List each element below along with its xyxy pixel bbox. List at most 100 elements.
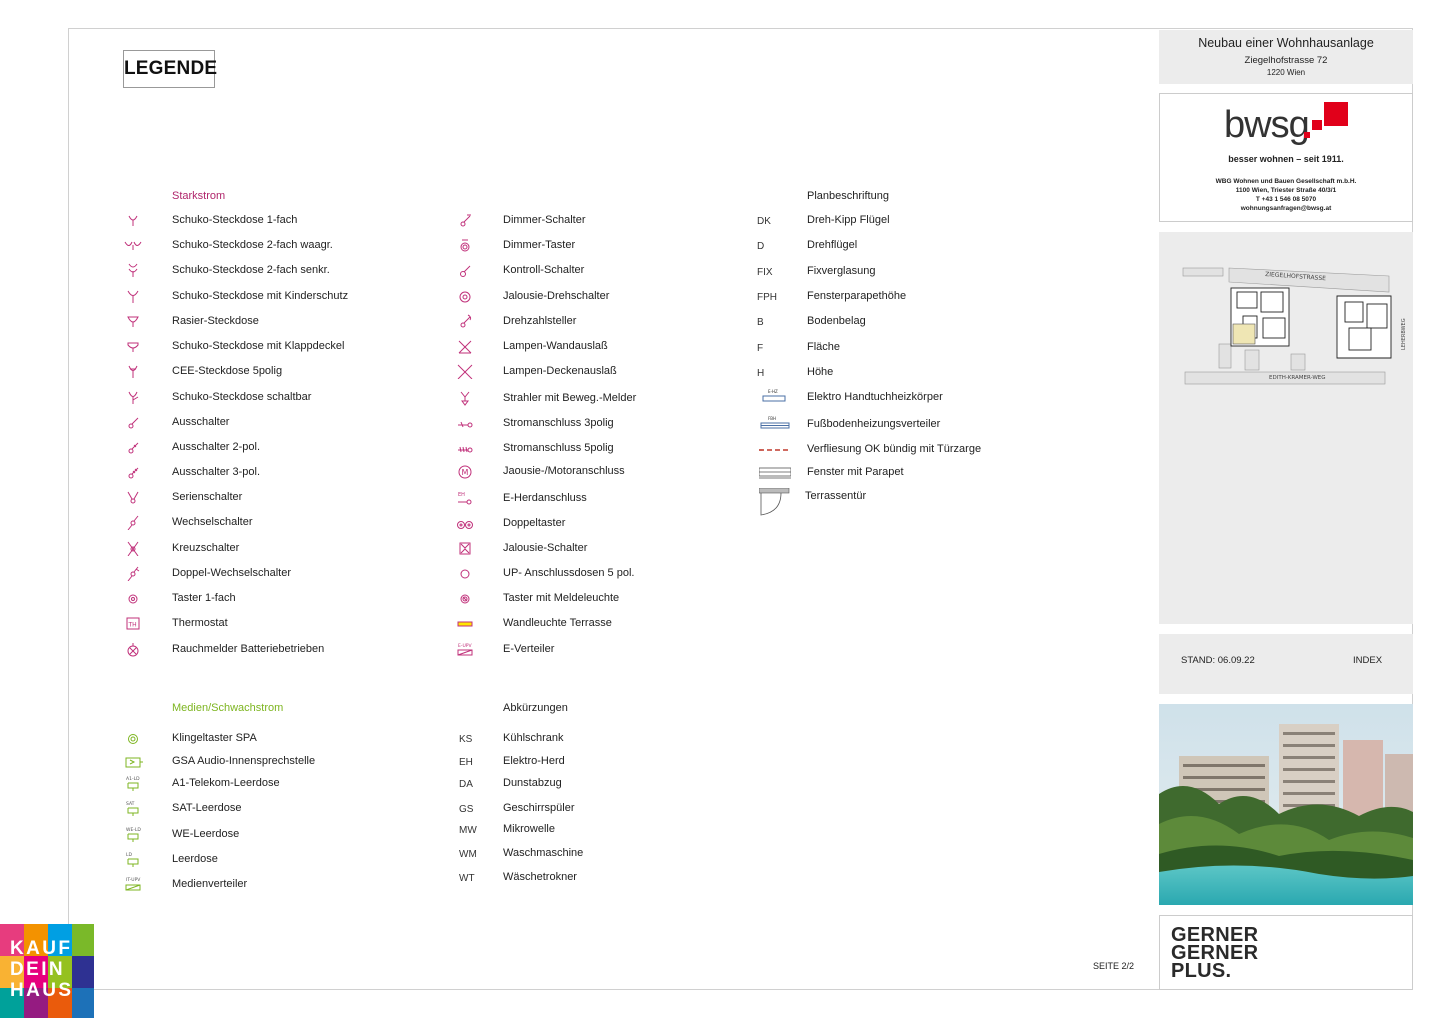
legend-label: Terrassentür bbox=[805, 490, 867, 502]
e-herd-icon: EH bbox=[454, 490, 476, 506]
section-title-starkstrom: Starkstrom bbox=[172, 190, 226, 202]
bwsg-company: WBG Wohnen und Bauen Gesellschaft m.b.H. bbox=[1215, 178, 1357, 185]
map-street-right: LEHERBWEG bbox=[1401, 318, 1407, 350]
legend-row: Stromanschluss 3polig bbox=[454, 415, 754, 433]
leerdose-icon: LD bbox=[122, 851, 148, 867]
legend-row: WT Wäschetrokner bbox=[459, 869, 759, 887]
legend-label: Serienschalter bbox=[172, 491, 243, 503]
legend-label: Waschmaschine bbox=[503, 847, 584, 859]
a1-icon: A1-LD bbox=[122, 775, 148, 791]
kauf-line1: KAUF bbox=[10, 938, 73, 959]
legend-label: Thermostat bbox=[172, 617, 228, 629]
legend-row: Schuko-Steckdose 2-fach senkr. bbox=[122, 262, 422, 280]
klingeltaster-icon bbox=[122, 730, 148, 746]
svg-text:TH: TH bbox=[128, 622, 137, 629]
svg-text:M: M bbox=[462, 468, 469, 477]
legend-label: Ausschalter 3-pol. bbox=[172, 466, 261, 478]
legend-row: Stromanschluss 5polig bbox=[454, 440, 754, 458]
legend-label: Höhe bbox=[807, 366, 834, 378]
fbh-icon: FBH bbox=[757, 416, 793, 432]
abbreviation: WT bbox=[459, 872, 475, 884]
legend-row: DA Dunstabzug bbox=[459, 775, 759, 793]
legend-title: LEGENDE bbox=[123, 50, 217, 88]
legend-label: Wandleuchte Terrasse bbox=[503, 617, 612, 629]
legend-label: E-Verteiler bbox=[503, 643, 555, 655]
legend-row: A1-LD A1-Telekom-Leerdose bbox=[122, 775, 422, 793]
kauf-line3: HAUS bbox=[10, 980, 74, 1001]
schuko-2-senkr-icon bbox=[122, 262, 144, 278]
rasier-icon bbox=[122, 313, 144, 329]
legend-label: Schuko-Steckdose mit Klappdeckel bbox=[172, 340, 345, 352]
motor-icon: M bbox=[454, 463, 476, 479]
legend-label: Bodenbelag bbox=[807, 315, 866, 327]
svg-text:FBH: FBH bbox=[768, 416, 776, 421]
legend-row: Lampen-Deckenauslaß bbox=[454, 363, 754, 381]
legend-row: Dimmer-Schalter bbox=[454, 212, 754, 230]
taster-meldeleuchte-icon bbox=[454, 590, 476, 606]
legend-row: EH E-Herdanschluss bbox=[454, 490, 754, 508]
legend-row: TH Thermostat bbox=[122, 615, 422, 633]
legend-label: SAT-Leerdose bbox=[172, 802, 242, 814]
abbreviation: EH bbox=[459, 756, 473, 768]
project-street: Ziegelhofstrasse 72 bbox=[1244, 55, 1328, 66]
legend-row: H Höhe bbox=[757, 364, 1057, 382]
legend-row: M Jaousie-/Motoranschluss bbox=[454, 463, 754, 481]
taster-icon bbox=[122, 590, 144, 606]
medienverteiler-icon: IT-UPV bbox=[122, 876, 148, 892]
legend-label: Doppel-Wechselschalter bbox=[172, 567, 292, 579]
legend-label: Elektro-Herd bbox=[503, 755, 565, 767]
legend-row: Schuko-Steckdose 2-fach waagr. bbox=[122, 237, 422, 255]
project-title: Neubau einer Wohnhausanlage bbox=[1198, 36, 1374, 50]
legend-label: Stromanschluss 5polig bbox=[503, 442, 614, 454]
site-map: ZIEGELHOFSTRASSE EDITH-KRAMER-WEG LEHERB… bbox=[1159, 232, 1413, 624]
kauf-dein-haus-logo: KAUF DEIN HAUS bbox=[0, 924, 94, 1018]
bwsg-red-square-icon bbox=[1324, 102, 1348, 126]
legend-row: MW Mikrowelle bbox=[459, 821, 759, 839]
legend-row: E-UPV E-Verteiler bbox=[454, 641, 754, 659]
legend-label: Fußbodenheizungsverteiler bbox=[807, 418, 941, 430]
bwsg-phone: T +43 1 546 08 5070 bbox=[1255, 196, 1317, 203]
legend-row: FBH Fußbodenheizungsverteiler bbox=[757, 416, 1057, 434]
section-title-planbeschriftung: Planbeschriftung bbox=[807, 190, 889, 202]
terrassentuer-icon bbox=[757, 488, 793, 518]
schuko-1-icon bbox=[122, 212, 144, 228]
doppeltaster-icon bbox=[454, 515, 476, 531]
abbreviation: D bbox=[757, 240, 765, 252]
legend-label: Dimmer-Taster bbox=[503, 239, 576, 251]
ausschalter-icon bbox=[122, 414, 144, 430]
project-header: Neubau einer Wohnhausanlage Ziegelhofstr… bbox=[1159, 30, 1413, 84]
legend-label: Medienverteiler bbox=[172, 878, 248, 890]
strom-3polig-icon bbox=[454, 415, 476, 431]
fenster-parapet-icon bbox=[757, 464, 793, 480]
legend-row: Lampen-Wandauslaß bbox=[454, 338, 754, 356]
abbreviation: H bbox=[757, 367, 765, 379]
legend-label: Rasier-Steckdose bbox=[172, 315, 259, 327]
legend-row: GS Geschirrspüler bbox=[459, 800, 759, 818]
legend-row: Terrassentür bbox=[757, 488, 1057, 516]
legend-row: Schuko-Steckdose mit Kinderschutz bbox=[122, 288, 422, 306]
legend-row: Rasier-Steckdose bbox=[122, 313, 422, 331]
legend-label: Ausschalter bbox=[172, 416, 230, 428]
stand-index: INDEX bbox=[1353, 655, 1383, 666]
legend-label: Schuko-Steckdose 2-fach waagr. bbox=[172, 239, 333, 251]
legend-label: Dreh-Kipp Flügel bbox=[807, 214, 890, 226]
legend-label: Dunstabzug bbox=[503, 777, 562, 789]
legend-label: Strahler mit Beweg.-Melder bbox=[503, 392, 637, 404]
dimmer-taster-icon bbox=[454, 237, 476, 253]
strom-5polig-icon bbox=[454, 440, 476, 456]
thermostat-icon: TH bbox=[122, 615, 144, 631]
legend-row: Fenster mit Parapet bbox=[757, 464, 1057, 482]
abbreviation: WM bbox=[459, 848, 477, 860]
abbreviation: DA bbox=[459, 778, 473, 790]
legend-row: EH Elektro-Herd bbox=[459, 753, 759, 771]
legend-label: Elektro Handtuchheizkörper bbox=[807, 391, 943, 403]
ausschalter-2pol-icon bbox=[122, 439, 144, 455]
legend-row: Drehzahlsteller bbox=[454, 313, 754, 331]
svg-text:EH: EH bbox=[458, 492, 465, 498]
bwsg-red-square-tiny-icon bbox=[1304, 132, 1310, 138]
svg-text:SAT: SAT bbox=[126, 801, 135, 807]
abbreviation: GS bbox=[459, 803, 474, 815]
jalousie-schalter-icon bbox=[454, 540, 476, 556]
section-title-abkuerzungen: Abkürzungen bbox=[503, 702, 568, 714]
legend-row: Klingeltaster SPA bbox=[122, 730, 422, 748]
